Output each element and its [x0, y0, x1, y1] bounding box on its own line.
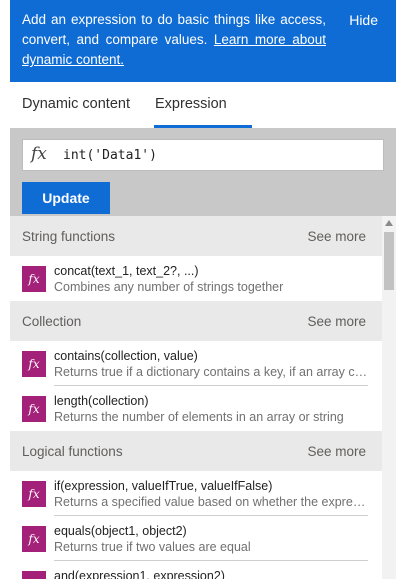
scroll-thumb[interactable]	[384, 232, 394, 290]
fx-icon: 𝑓x	[31, 144, 47, 164]
info-banner: Add an expression to do basic things lik…	[10, 0, 396, 82]
section-header: String functions See more	[10, 216, 382, 256]
function-icon: fx	[22, 351, 46, 377]
list-scrollbar[interactable]	[382, 216, 396, 579]
function-item[interactable]: fx length(collection) Returns the number o…	[10, 386, 382, 431]
function-description: Returns true if a dictionary contains a …	[54, 365, 368, 379]
function-description: Returns true if two values are equal	[54, 540, 251, 554]
tab-expression[interactable]: Expression	[155, 96, 227, 112]
function-name: and(expression1, expression2)	[54, 569, 225, 579]
function-description: Returns a specified value based on wheth…	[54, 495, 368, 509]
function-list[interactable]: String functions See more fx concat(text_1,…	[10, 216, 382, 579]
function-icon: fx	[22, 481, 46, 507]
section-header: Collection See more	[10, 301, 382, 341]
banner-text: Add an expression to do basic things lik…	[22, 10, 326, 70]
expression-editor: 𝑓x Update	[10, 128, 396, 216]
function-name: length(collection)	[54, 394, 149, 408]
expression-input[interactable]	[63, 144, 373, 166]
function-name: if(expression, valueIfTrue, valueIfFalse…	[54, 479, 273, 493]
function-name: contains(collection, value)	[54, 349, 198, 363]
tab-dynamic-content[interactable]: Dynamic content	[22, 96, 130, 112]
function-item[interactable]: fx concat(text_1, text_2?, ...) Combines a…	[10, 256, 382, 301]
section-header: Logical functions See more	[10, 431, 382, 471]
see-more-link[interactable]: See more	[307, 444, 366, 459]
function-name: equals(object1, object2)	[54, 524, 187, 538]
section-title: String functions	[22, 229, 116, 244]
expression-box: 𝑓x	[22, 139, 384, 171]
hide-button[interactable]: Hide	[349, 12, 378, 28]
function-name: concat(text_1, text_2?, ...)	[54, 264, 199, 278]
section-title: Logical functions	[22, 444, 123, 459]
function-item[interactable]: fxand(expression1, expression2)Returns t…	[10, 561, 382, 579]
function-item[interactable]: fx equals(object1, object2) Returns true i…	[10, 516, 382, 561]
see-more-link[interactable]: See more	[307, 314, 366, 329]
function-description: Combines any number of strings together	[54, 280, 284, 294]
function-item[interactable]: fx contains(collection, value) Returns tru…	[10, 341, 382, 386]
function-icon: fx	[22, 571, 46, 579]
expression-panel: Add an expression to do basic things lik…	[10, 0, 396, 579]
function-description: Returns the number of elements in an arr…	[54, 410, 344, 424]
function-icon: fx	[22, 396, 46, 422]
scroll-up-arrow-icon[interactable]	[385, 220, 393, 226]
see-more-link[interactable]: See more	[307, 229, 366, 244]
update-button[interactable]: Update	[22, 182, 110, 214]
section-title: Collection	[22, 314, 82, 329]
function-icon: fx	[22, 526, 46, 552]
function-item[interactable]: fx if(expression, valueIfTrue, valueIfFal…	[10, 471, 382, 516]
function-icon: fx	[22, 266, 46, 292]
tab-bar: Dynamic content Expression	[10, 82, 396, 128]
